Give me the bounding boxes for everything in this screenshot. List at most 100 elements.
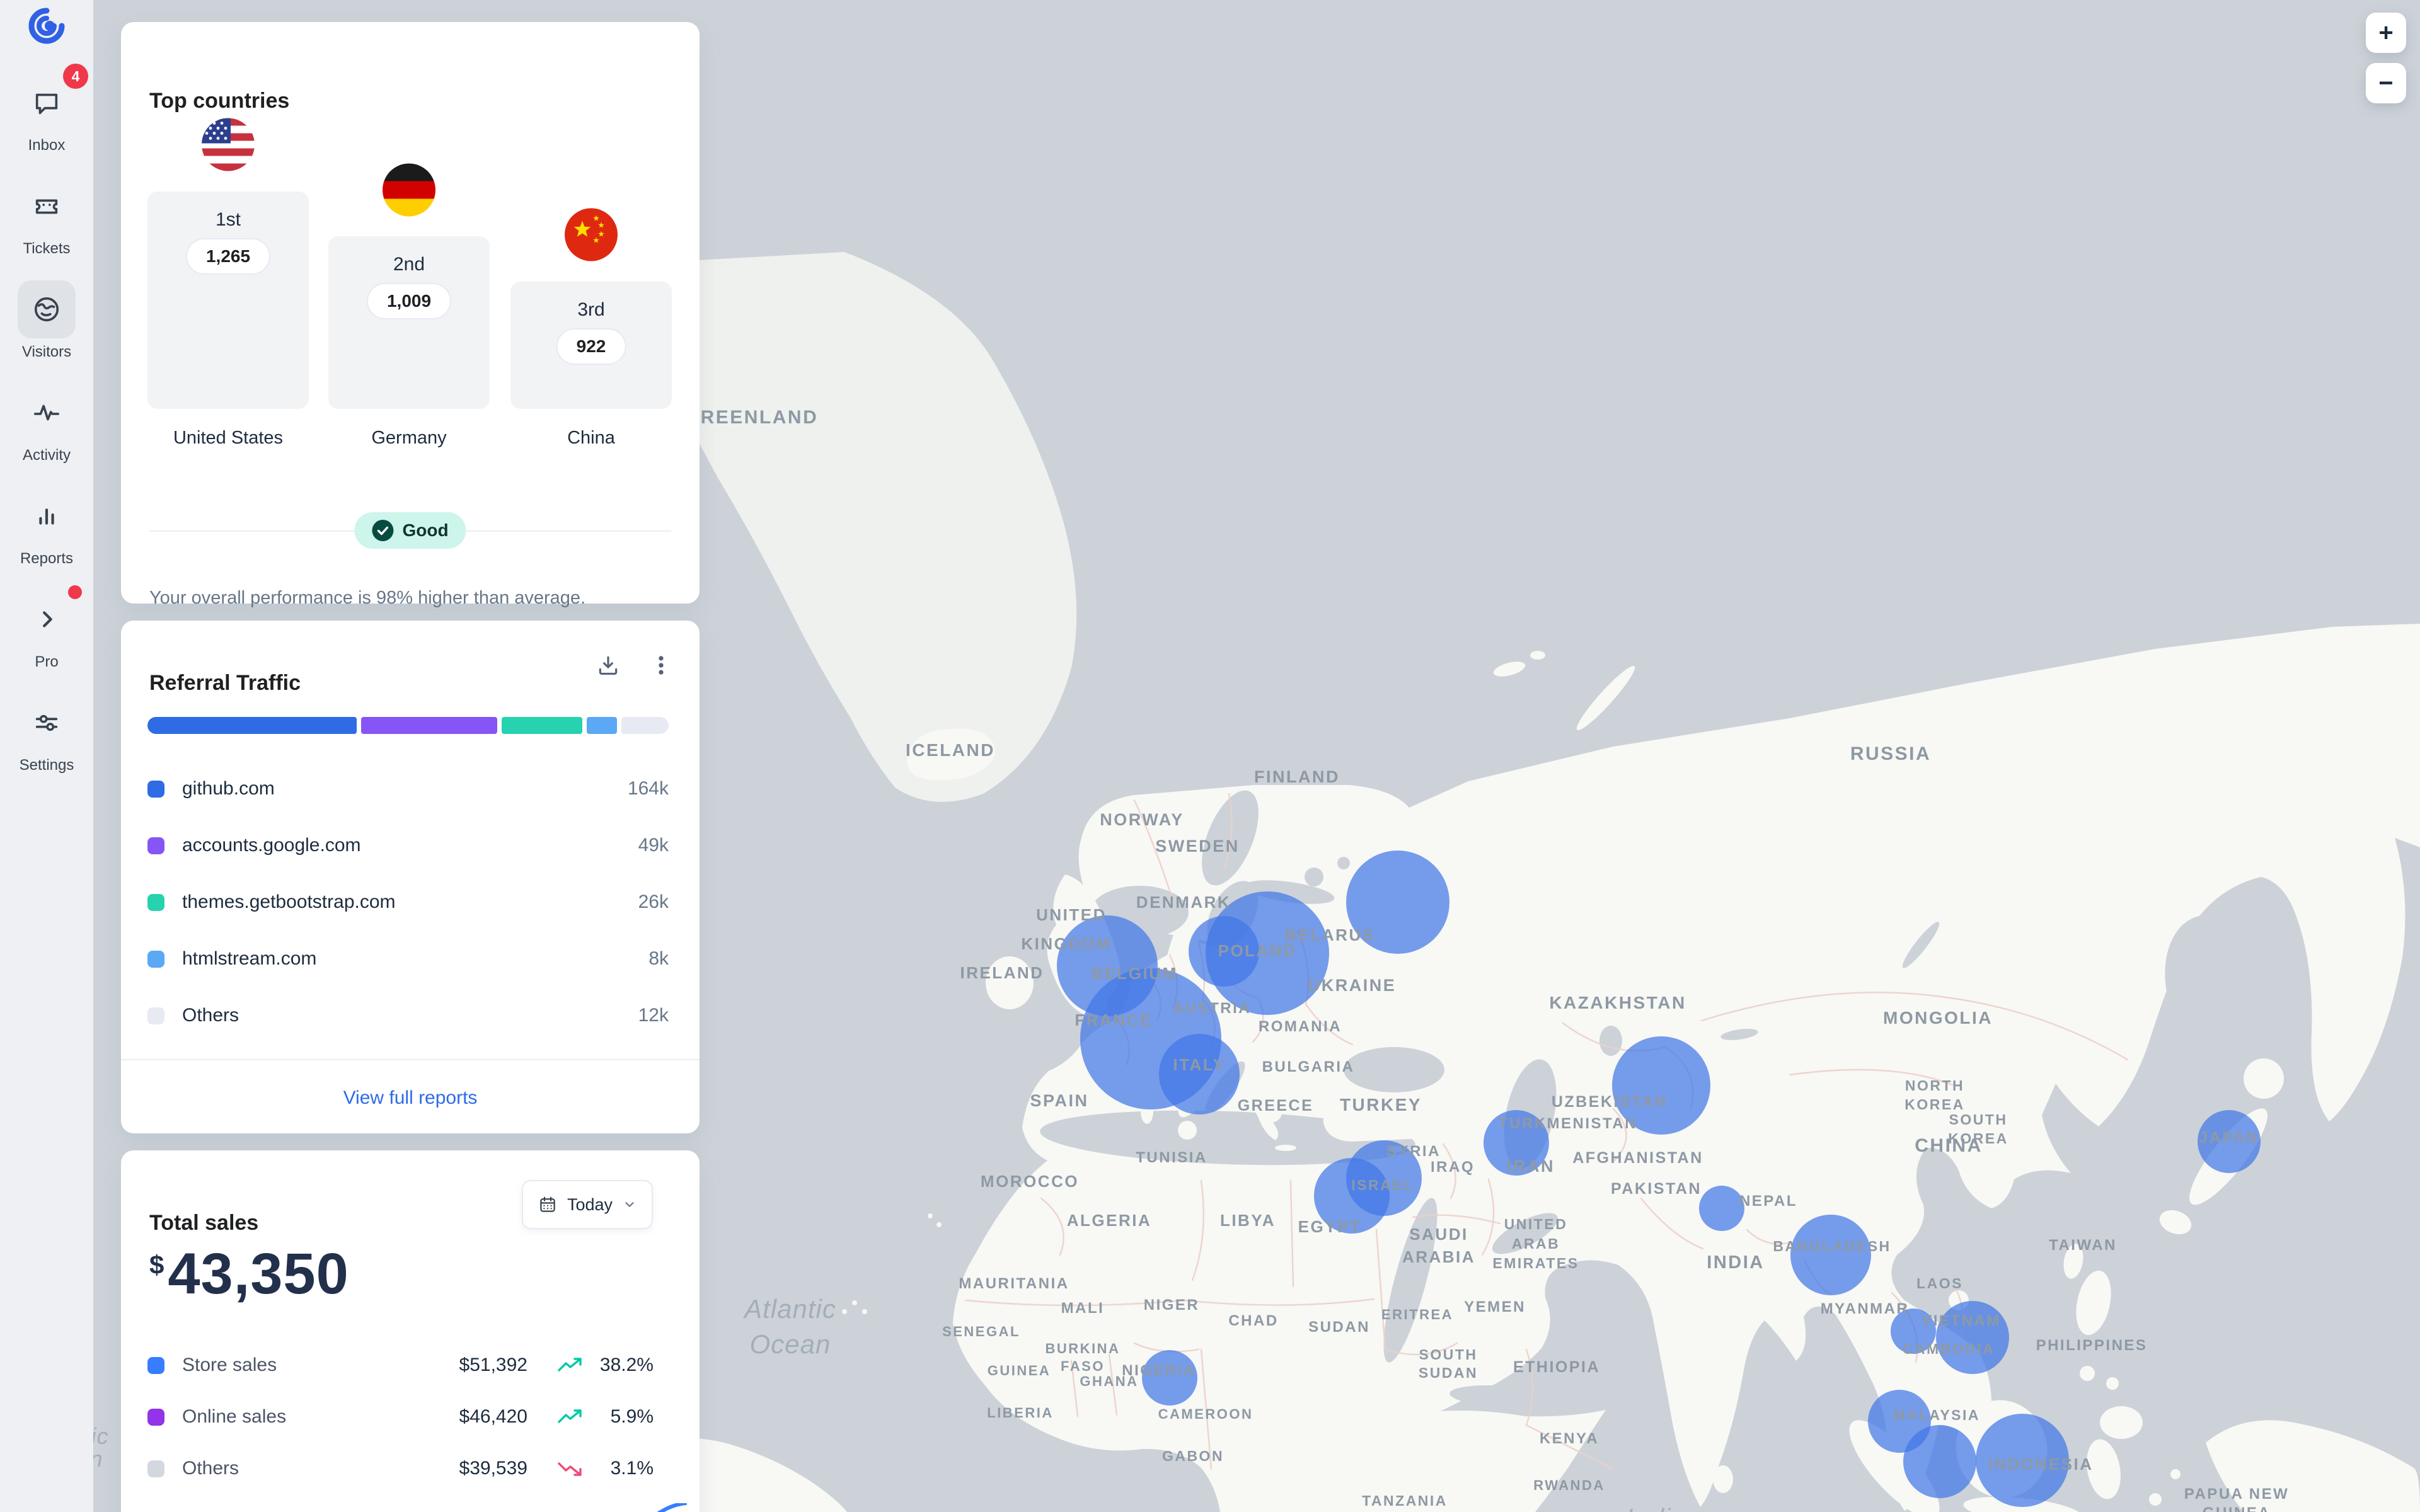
legend-bullet	[147, 1357, 164, 1374]
globe-icon	[18, 280, 76, 338]
country-label: MYANMAR	[1821, 1300, 1910, 1317]
notification-dot	[68, 585, 82, 599]
country-label: TANZANIA	[1362, 1492, 1448, 1509]
map-zoom-controls: + −	[2366, 13, 2406, 103]
referral-stacked-bar	[147, 717, 669, 734]
visitor-bubble[interactable]	[1790, 1215, 1871, 1295]
referral-count: 26k	[638, 891, 669, 913]
flag-de-icon	[383, 164, 435, 220]
country-label: KENYA	[1540, 1430, 1599, 1447]
country-label: KINGDOM	[1021, 934, 1111, 953]
ocean-label: Indian	[1626, 1503, 1702, 1512]
performance-badge-label: Good	[402, 520, 448, 541]
country-label: INDONESIA	[1988, 1455, 2094, 1474]
sales-percent: 5.9%	[584, 1406, 654, 1428]
referral-row[interactable]: Others12k	[147, 987, 669, 1044]
country-label: LIBERIA	[987, 1405, 1054, 1421]
country-label: DENMARK	[1136, 893, 1231, 912]
referral-row[interactable]: htmlstream.com8k	[147, 931, 669, 987]
podium-country: China	[510, 428, 672, 449]
country-label: EGYPT	[1298, 1217, 1362, 1236]
kebab-menu-icon	[649, 653, 673, 677]
period-select[interactable]: Today	[522, 1180, 653, 1229]
legend-bullet	[147, 1007, 164, 1024]
country-label: IRAN	[1507, 1157, 1555, 1176]
referral-row[interactable]: accounts.google.com49k	[147, 817, 669, 874]
country-label: NIGERIA	[1122, 1362, 1196, 1379]
total-sales-amount: $ 43,350	[149, 1245, 349, 1303]
country-label: SOUTH	[1419, 1346, 1478, 1363]
country-label: MALI	[1061, 1300, 1105, 1317]
top-countries-card: Top countries 1st1,265United States2nd1,…	[121, 22, 700, 604]
country-label: TURKMENISTAN	[1499, 1115, 1637, 1132]
more-options-button[interactable]	[649, 653, 673, 679]
download-button[interactable]	[596, 653, 620, 679]
country-label: ETHIOPIA	[1513, 1358, 1600, 1376]
country-label: BURKINA	[1046, 1341, 1121, 1356]
referral-traffic-card: Referral Traffic github.com164kaccounts.…	[121, 621, 700, 1133]
referral-source: github.com	[182, 778, 628, 799]
sales-channel: Others	[182, 1458, 401, 1479]
total-sales-title: Total sales	[149, 1211, 258, 1235]
country-label: TURKEY	[1340, 1095, 1422, 1114]
zoom-out-button[interactable]: −	[2366, 63, 2406, 103]
sidebar-item-label: Activity	[23, 447, 71, 464]
country-label: RWANDA	[1533, 1477, 1605, 1493]
legend-bullet	[147, 951, 164, 968]
sidebar-item-activity[interactable]: Activity	[0, 372, 93, 476]
referral-row[interactable]: github.com164k	[147, 760, 669, 817]
country-label: RUSSIA	[1850, 743, 1931, 764]
sidebar-item-settings[interactable]: Settings	[0, 682, 93, 786]
legend-bullet	[147, 781, 164, 798]
referral-row[interactable]: themes.getbootstrap.com26k	[147, 874, 669, 931]
country-label: BULGARIA	[1262, 1058, 1355, 1075]
zoom-in-button[interactable]: +	[2366, 13, 2406, 53]
visitor-bubble[interactable]	[1159, 1034, 1240, 1114]
legend-bullet	[147, 837, 164, 854]
sidebar-item-pro[interactable]: Pro	[0, 579, 93, 682]
pulse-icon	[18, 384, 76, 442]
bar-segment-accounts.google.com	[361, 717, 497, 734]
sidebar-item-visitors[interactable]: Visitors	[0, 269, 93, 372]
country-label: ISRAEL	[1351, 1177, 1414, 1193]
calendar-icon	[538, 1195, 557, 1214]
country-label: LAOS	[1916, 1275, 1963, 1292]
sales-row: Online sales$46,4205.9%	[147, 1391, 654, 1443]
country-label: GUINEA	[988, 1363, 1051, 1378]
visitor-bubble[interactable]	[1903, 1425, 1976, 1498]
sidebar-item-tickets[interactable]: Tickets	[0, 166, 93, 269]
check-circle-icon	[372, 520, 393, 541]
sidebar-item-inbox[interactable]: 4Inbox	[0, 62, 93, 166]
country-label: IRELAND	[960, 963, 1044, 982]
view-full-reports-link[interactable]: View full reports	[121, 1087, 700, 1109]
country-label: ARAB	[1512, 1235, 1560, 1252]
country-label: AFGHANISTAN	[1572, 1149, 1703, 1167]
country-label: VIETNAM	[1922, 1312, 2001, 1329]
country-label: PHILIPPINES	[2036, 1337, 2148, 1354]
country-label: NORWAY	[1100, 810, 1184, 829]
country-label: SWEDEN	[1155, 837, 1240, 856]
country-label: BANGLADESH	[1773, 1238, 1891, 1254]
referral-source: themes.getbootstrap.com	[182, 891, 638, 913]
country-label: MONGOLIA	[1883, 1008, 1993, 1028]
podium-country: United States	[147, 428, 309, 449]
performance-badge: Good	[354, 512, 466, 549]
country-label: NORTH	[1905, 1077, 1964, 1094]
sales-sparkline	[599, 1503, 687, 1512]
country-label: SUDAN	[1419, 1365, 1478, 1381]
visitor-bubble[interactable]	[1699, 1186, 1744, 1231]
podium-value: 922	[556, 328, 626, 365]
bar-segment-github.com	[147, 717, 357, 734]
referral-count: 49k	[638, 835, 669, 856]
amount-value: 43,350	[168, 1245, 349, 1303]
country-label: BELGIUM	[1091, 964, 1177, 983]
sales-channel: Store sales	[182, 1354, 401, 1376]
country-label: UNITED	[1504, 1216, 1568, 1232]
country-label: CAMEROON	[1158, 1406, 1253, 1422]
flag-us-icon	[202, 118, 255, 175]
legend-bullet	[147, 1460, 164, 1477]
chevron-down-icon	[623, 1198, 637, 1211]
sidebar-item-label: Tickets	[23, 240, 70, 258]
sidebar-item-reports[interactable]: Reports	[0, 476, 93, 579]
app-logo[interactable]	[0, 8, 93, 44]
